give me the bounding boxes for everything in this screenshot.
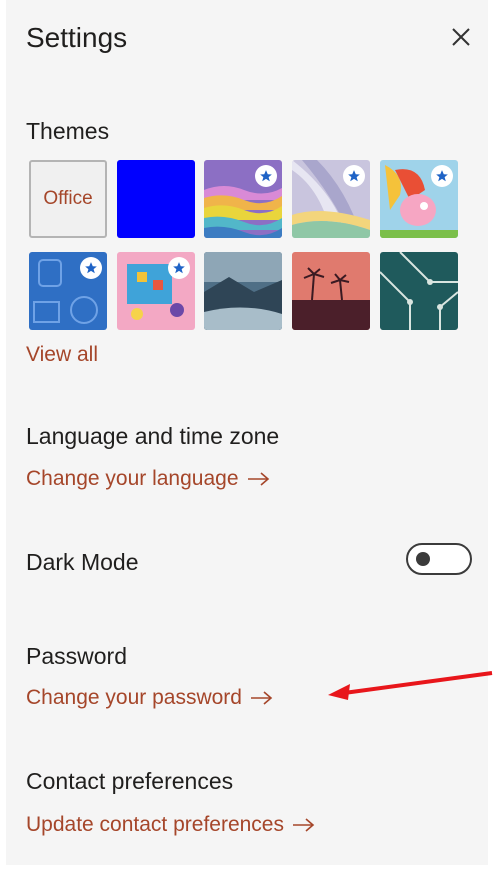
theme-office[interactable]: Office: [29, 160, 107, 238]
theme-blue-sports[interactable]: [29, 252, 107, 330]
theme-silver-ribbons[interactable]: [292, 160, 370, 238]
close-button[interactable]: [446, 22, 476, 52]
premium-star-icon: [255, 165, 277, 187]
theme-circuit[interactable]: [380, 252, 458, 330]
theme-board-game[interactable]: [117, 252, 195, 330]
premium-star-icon: [168, 257, 190, 279]
theme-palm-sunset[interactable]: [292, 252, 370, 330]
theme-blue[interactable]: [117, 160, 195, 238]
theme-cartoon-character[interactable]: [380, 160, 458, 238]
premium-star-icon: [343, 165, 365, 187]
dark-mode-heading: Dark Mode: [26, 549, 139, 575]
view-all-themes-link[interactable]: View all: [26, 343, 98, 367]
close-icon: [452, 28, 470, 46]
toggle-knob: [416, 552, 430, 566]
arrow-right-icon: [293, 818, 315, 832]
premium-star-icon: [80, 257, 102, 279]
contact-heading: Contact preferences: [26, 768, 234, 794]
arrow-right-icon: [250, 691, 273, 705]
premium-star-icon: [431, 165, 453, 187]
change-password-link[interactable]: Change your password: [26, 686, 274, 710]
change-language-label: Change your language: [26, 467, 239, 490]
change-password-label: Change your password: [26, 686, 242, 709]
panel-title: Settings: [26, 22, 128, 53]
theme-office-label: Office: [43, 188, 93, 209]
themes-heading: Themes: [26, 118, 110, 144]
theme-mountains[interactable]: [204, 252, 282, 330]
language-heading: Language and time zone: [26, 423, 280, 449]
update-contact-label: Update contact preferences: [26, 813, 284, 836]
theme-rainbow-waves[interactable]: [204, 160, 282, 238]
arrow-right-icon: [247, 472, 269, 486]
update-contact-link[interactable]: Update contact preferences: [26, 813, 316, 837]
dark-mode-toggle[interactable]: [406, 543, 472, 575]
settings-panel: Settings Themes Office View all Language…: [6, 0, 488, 865]
annotation-arrow-icon: [328, 671, 493, 700]
password-heading: Password: [26, 643, 127, 669]
change-language-link[interactable]: Change your language: [26, 467, 271, 491]
